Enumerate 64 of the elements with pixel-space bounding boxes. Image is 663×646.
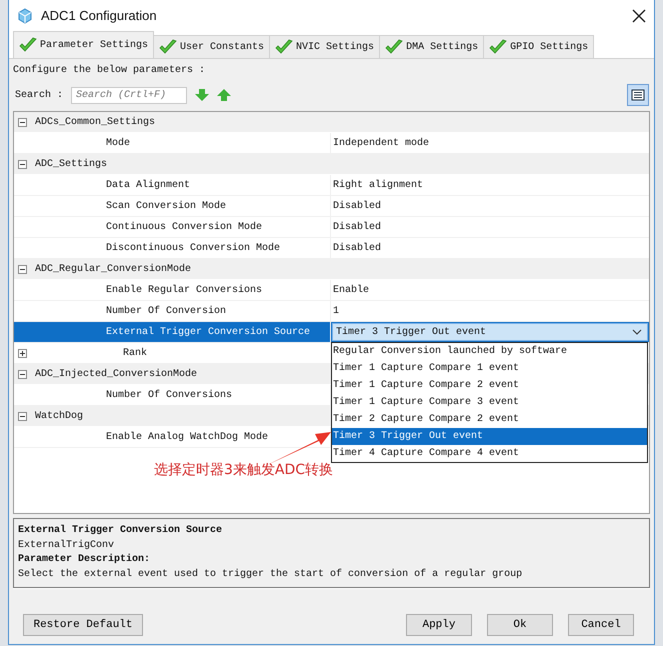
checkmark-icon — [159, 39, 178, 55]
tab[interactable]: User Constants — [153, 35, 270, 58]
close-icon[interactable] — [632, 8, 646, 22]
tab[interactable]: GPIO Settings — [483, 35, 594, 58]
parameter-name[interactable]: Enable Analog WatchDog Mode — [14, 432, 330, 442]
parameter-name[interactable]: Rank — [35, 348, 148, 358]
dropdown-option[interactable]: Timer 1 Capture Compare 2 event — [332, 377, 647, 394]
parameter-value[interactable]: 1 — [333, 306, 340, 316]
caret-icon[interactable] — [632, 329, 642, 335]
expand-icon[interactable] — [18, 348, 27, 358]
collapse-icon[interactable] — [18, 370, 27, 378]
parameter-name[interactable]: External Trigger Conversion Source — [14, 326, 330, 338]
checkmark-icon — [19, 37, 37, 53]
parameter-value[interactable]: Disabled — [333, 200, 382, 212]
parameter-name[interactable]: Enable Regular Conversions — [14, 284, 330, 296]
tab[interactable]: Parameter Settings — [13, 31, 154, 58]
parameter-value[interactable]: Disabled — [333, 242, 382, 254]
dropdown-option[interactable]: Timer 3 Trigger Out event — [332, 428, 647, 445]
cube-icon — [17, 8, 33, 24]
dropdown-option[interactable]: Timer 1 Capture Compare 1 event — [332, 360, 647, 377]
parameter-name[interactable]: Number Of Conversions — [14, 390, 330, 400]
group-label: ADC_Injected_ConversionMode — [35, 368, 198, 380]
dropdown-option[interactable]: Timer 4 Capture Compare 4 event — [332, 445, 647, 462]
annotation-text: 选择定时器3来触发ADC转换 — [154, 461, 334, 479]
dropdown-option[interactable]: Timer 2 Capture Compare 2 event — [332, 411, 647, 428]
collapse-icon[interactable] — [18, 160, 27, 168]
window-title: ADC1 Configuration — [41, 8, 158, 23]
group-label: ADCs_Common_Settings — [35, 116, 156, 128]
parameter-name[interactable]: Scan Conversion Mode — [14, 200, 330, 212]
dropdown-option[interactable]: Timer 1 Capture Compare 3 event — [332, 394, 647, 411]
dropdown-option[interactable]: Regular Conversion launched by software — [332, 343, 647, 360]
search-field[interactable]: Search (Crtl+F) — [71, 86, 188, 104]
parameter-name[interactable]: Continuous Conversion Mode — [14, 222, 330, 232]
collapse-icon[interactable] — [18, 412, 27, 420]
checkmark-icon — [275, 39, 294, 55]
description-title: External Trigger Conversion Source — [18, 524, 224, 538]
parameter-value[interactable]: Right alignment — [333, 180, 424, 190]
parameter-id: ExternalTrigConv — [18, 538, 116, 552]
description-text: Select the external event used to trigger the start of conversion of a regular group — [18, 568, 524, 582]
search-label: Search : — [15, 90, 64, 100]
value-dropdown[interactable]: Timer 3 Trigger Out event — [332, 323, 648, 341]
dialog-button[interactable]: Apply — [406, 614, 472, 636]
group-label: ADC_Settings — [35, 158, 108, 170]
parameter-name[interactable]: Discontinuous Conversion Mode — [14, 242, 330, 254]
parameter-name[interactable]: Data Alignment — [14, 180, 330, 190]
tab[interactable]: NVIC Settings — [269, 35, 380, 58]
dialog-button[interactable]: Cancel — [568, 614, 634, 636]
parameter-value[interactable]: Independent mode — [333, 138, 430, 148]
description-heading: Parameter Description: — [18, 553, 152, 567]
parameter-name[interactable]: Number Of Conversion — [14, 306, 330, 316]
parameter-name[interactable]: Mode — [14, 138, 330, 148]
tab[interactable]: DMA Settings — [379, 35, 484, 58]
collapse-icon[interactable] — [18, 264, 27, 274]
instruction-text: Configure the below parameters : — [13, 65, 206, 76]
parameter-value[interactable]: Disabled — [333, 222, 382, 232]
restore-default-button[interactable]: Restore Default — [23, 614, 143, 636]
dialog-button[interactable]: Ok — [487, 614, 553, 636]
group-label: WatchDog — [35, 410, 84, 422]
checkmark-icon — [385, 39, 404, 55]
collapse-icon[interactable] — [18, 118, 27, 126]
checkmark-icon — [489, 39, 508, 55]
group-label: ADC_Regular_ConversionMode — [35, 264, 192, 274]
parameter-value[interactable]: Enable — [333, 284, 370, 296]
list-view-icon[interactable] — [627, 84, 649, 106]
